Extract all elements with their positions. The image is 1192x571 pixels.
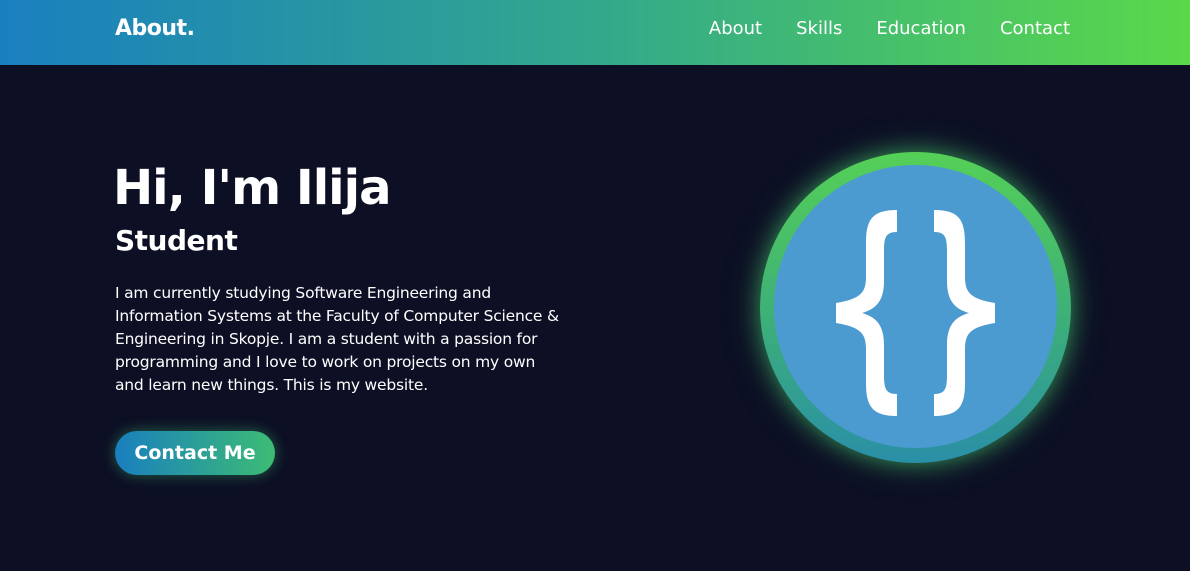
nav-link-skills[interactable]: Skills	[796, 18, 842, 39]
hero-description: I am currently studying Software Enginee…	[115, 284, 559, 394]
contact-me-button[interactable]: Contact Me	[115, 431, 275, 475]
nav-link-education[interactable]: Education	[876, 18, 966, 39]
nav-link-about[interactable]: About	[709, 18, 762, 39]
curly-braces-icon	[836, 210, 995, 416]
nav-link-contact[interactable]: Contact	[1000, 18, 1070, 39]
avatar-inner	[774, 165, 1057, 448]
avatar	[760, 152, 1071, 463]
hero-subtitle: Student	[115, 224, 238, 257]
hero-title: Hi, I'm Ilija	[113, 160, 391, 216]
nav-links: About Skills Education Contact	[709, 18, 1070, 39]
navbar: About. About Skills Education Contact	[0, 0, 1190, 65]
brand-logo[interactable]: About.	[115, 16, 195, 41]
